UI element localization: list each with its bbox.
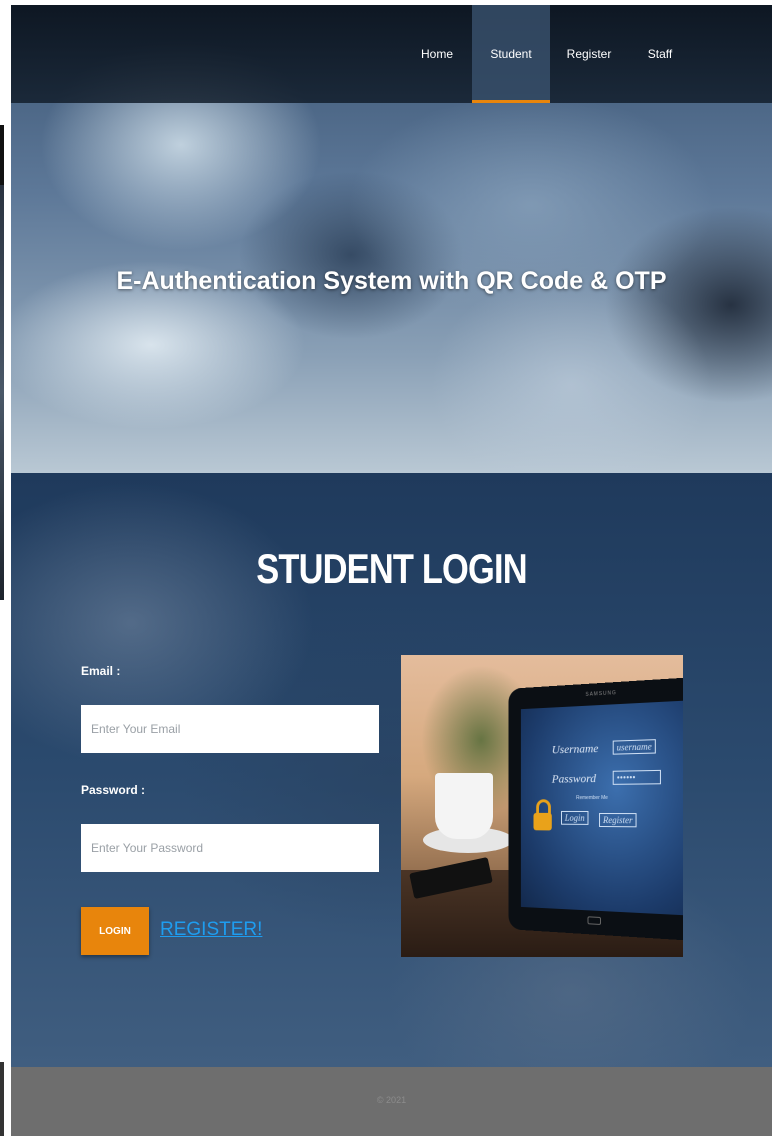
tablet-device: SAMSUNG Username username Password •••••…: [508, 676, 683, 942]
tablet-brand: SAMSUNG: [585, 690, 617, 698]
nav-register[interactable]: Register: [564, 5, 614, 103]
nav-student[interactable]: Student: [472, 5, 550, 103]
lock-icon: [533, 812, 552, 831]
footer: © 2021: [11, 1067, 772, 1136]
copyright-text: © 2021: [376, 1095, 407, 1105]
active-indicator: [472, 100, 550, 103]
screen-username-box: username: [612, 739, 656, 755]
coffee-cup-shape: [435, 773, 493, 839]
screen-register-box: Register: [599, 812, 637, 828]
password-label: Password :: [81, 783, 146, 797]
hero-section: Home Student Register Staff E-Authentica…: [11, 5, 772, 473]
left-edge-strip: [0, 0, 11, 1136]
screen-password-label: Password: [551, 771, 597, 786]
login-section: STUDENT LOGIN Email : Password : LOGIN R…: [11, 473, 772, 1067]
screen-login-box: Login: [561, 810, 589, 825]
nav-home-label: Home: [420, 47, 453, 61]
page: Home Student Register Staff E-Authentica…: [11, 5, 772, 1136]
email-input[interactable]: [81, 705, 379, 753]
login-button[interactable]: LOGIN: [81, 907, 149, 955]
nav-register-label: Register: [566, 47, 612, 61]
tablet-home-button: [587, 916, 601, 925]
edge-fragment: [0, 125, 4, 185]
screen-password-box: ••••••: [612, 769, 661, 785]
nav-home[interactable]: Home: [417, 5, 457, 103]
hero-title: E-Authentication System with QR Code & O…: [116, 267, 667, 295]
edge-fragment: [0, 1062, 4, 1136]
nav-student-label: Student: [490, 47, 532, 61]
tablet-screen: Username username Password •••••• Rememb…: [520, 700, 683, 916]
screen-remember-text: Remember Me: [576, 794, 608, 802]
screen-username-label: Username: [551, 741, 599, 757]
register-link[interactable]: REGISTER!: [160, 919, 262, 941]
nav-staff-label: Staff: [647, 47, 673, 61]
password-input[interactable]: [81, 824, 379, 872]
nav-staff[interactable]: Staff: [644, 5, 676, 103]
edge-fragment: [0, 185, 4, 600]
top-navbar: Home Student Register Staff: [11, 5, 772, 103]
login-illustration: SAMSUNG Username username Password •••••…: [401, 655, 683, 957]
login-title: STUDENT LOGIN: [256, 545, 527, 592]
email-label: Email :: [81, 664, 121, 678]
